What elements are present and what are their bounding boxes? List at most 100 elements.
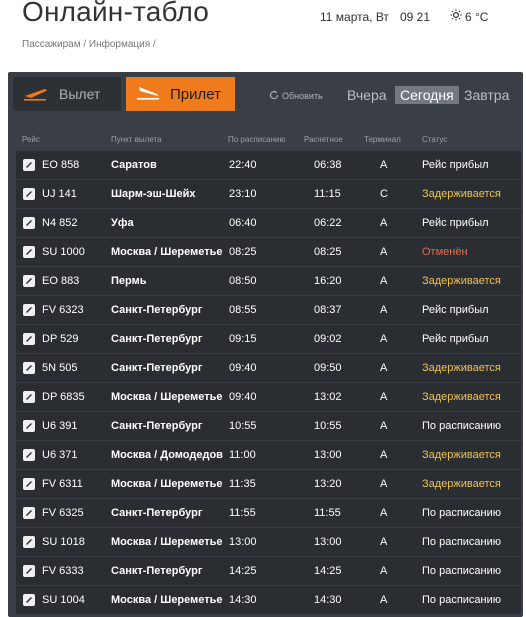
estimated-time: 13:00: [314, 449, 342, 461]
terminal: A: [380, 159, 388, 171]
estimated-time: 09:02: [314, 333, 342, 345]
estimated-time: 13:00: [314, 536, 342, 548]
table-row[interactable]: DP 6835 Москва / Шереметьево 09:40 13:02 A За…: [16, 383, 521, 411]
estimated-time: 06:22: [314, 217, 342, 229]
flight-number: SU 1018: [42, 536, 85, 548]
flight-number: EO 883: [42, 275, 80, 287]
flight-number: UJ 141: [42, 188, 77, 200]
airline-logo-icon: [23, 246, 35, 258]
tab-arrival-label: Прилет: [170, 85, 221, 103]
terminal: A: [380, 594, 388, 606]
flight-status: Задерживается: [422, 362, 501, 374]
table-row[interactable]: SU 1004 Москва / Шереметьево 14:30 14:30 A По…: [16, 586, 521, 614]
estimated-time: 14:30: [314, 594, 342, 606]
flight-number: FV 6325: [42, 507, 84, 519]
airline-logo-icon: [23, 159, 35, 171]
table-row[interactable]: U6 371 Москва / Домодедово 11:00 13:00 A Заде…: [16, 441, 521, 469]
tab-yesterday[interactable]: Вчера: [342, 86, 392, 104]
table-row[interactable]: DP 529 Санкт-Петербург 09:15 09:02 A Рейс при…: [16, 325, 521, 353]
table-row[interactable]: N4 852 Уфа 06:40 06:22 A Рейс прибыл: [16, 209, 521, 237]
refresh-label: Обновить: [282, 91, 323, 101]
terminal: A: [380, 333, 388, 345]
weather: 6 °C: [450, 9, 488, 24]
estimated-time: 08:37: [314, 304, 342, 316]
table-row[interactable]: FV 6325 Санкт-Петербург 11:55 11:55 A По расп…: [16, 499, 521, 527]
terminal: A: [380, 478, 388, 490]
table-row[interactable]: FV 6333 Санкт-Петербург 14:25 14:25 A По расп…: [16, 557, 521, 585]
column-header-status: Статус: [422, 135, 448, 144]
flight-status: Задерживается: [422, 478, 501, 490]
airline-logo-icon: [23, 449, 35, 461]
flight-list: EO 858 Саратов 22:40 06:38 A Рейс прибыл UJ 14…: [16, 151, 521, 615]
flight-status: Рейс прибыл: [422, 333, 489, 345]
table-row[interactable]: FV 6311 Москва / Шереметьево 11:35 13:20 A За…: [16, 470, 521, 498]
flight-status: Рейс прибыл: [422, 217, 489, 229]
flight-number: N4 852: [42, 217, 78, 229]
estimated-time: 11:55: [314, 507, 341, 519]
table-row[interactable]: EO 883 Пермь 08:50 16:20 A Задерживается: [16, 267, 521, 295]
origin-city: Санкт-Петербург: [111, 362, 203, 374]
table-row[interactable]: EO 858 Саратов 22:40 06:38 A Рейс прибыл: [16, 151, 521, 179]
breadcrumb[interactable]: Пассажирам / Информация /: [22, 39, 156, 50]
airline-logo-icon: [23, 594, 35, 606]
origin-city: Шарм-эш-Шейх: [111, 188, 196, 200]
board-toolbar: Вылет Прилет Обновить Вчера Сегодня Завт…: [8, 72, 523, 116]
flight-number: EO 858: [42, 159, 80, 171]
origin-city: Уфа: [111, 217, 134, 229]
terminal: C: [380, 188, 388, 200]
current-date: 11 марта, Вт: [320, 10, 389, 24]
airline-logo-icon: [23, 217, 35, 229]
column-header-scheduled: По расписанию: [228, 135, 286, 144]
refresh-button[interactable]: Обновить: [269, 90, 323, 102]
page-title: Онлайн-табло: [22, 0, 210, 27]
airline-logo-icon: [23, 536, 35, 548]
scheduled-time: 11:55: [229, 507, 256, 519]
plane-departure-icon: [13, 85, 59, 104]
scheduled-time: 13:00: [229, 536, 257, 548]
tab-tomorrow[interactable]: Завтра: [459, 86, 514, 104]
estimated-time: 06:38: [314, 159, 342, 171]
scheduled-time: 11:00: [229, 449, 256, 461]
estimated-time: 14:25: [314, 565, 342, 577]
airline-logo-icon: [23, 275, 35, 287]
scheduled-time: 08:55: [229, 304, 257, 316]
origin-city: Москва / Шереметьево: [111, 391, 223, 403]
estimated-time: 10:55: [314, 420, 342, 432]
airline-logo-icon: [23, 420, 35, 432]
tab-departure[interactable]: Вылет: [13, 77, 121, 111]
flight-number: U6 371: [42, 449, 78, 461]
tab-today[interactable]: Сегодня: [395, 86, 459, 104]
origin-city: Санкт-Петербург: [111, 565, 203, 577]
flight-number: 5N 505: [42, 362, 78, 374]
flight-status: По расписанию: [422, 594, 502, 606]
table-row[interactable]: SU 1018 Москва / Шереметьево 13:00 13:00 A По…: [16, 528, 521, 556]
tab-arrival[interactable]: Прилет: [126, 77, 235, 111]
table-row[interactable]: FV 6323 Санкт-Петербург 08:55 08:37 A Рейс пр…: [16, 296, 521, 324]
flight-board: Вылет Прилет Обновить Вчера Сегодня Завт…: [8, 72, 523, 617]
terminal: A: [380, 246, 388, 258]
table-row[interactable]: UJ 141 Шарм-эш-Шейх 23:10 11:15 C Задерживает…: [16, 180, 521, 208]
scheduled-time: 06:40: [229, 217, 257, 229]
flight-number: DP 6835: [42, 391, 85, 403]
page-header: Онлайн-табло 11 марта, Вт 09 21 6 °C Пас…: [0, 0, 526, 70]
scheduled-time: 11:35: [229, 478, 256, 490]
airline-logo-icon: [23, 188, 35, 200]
scheduled-time: 09:15: [229, 333, 257, 345]
table-row[interactable]: SU 1000 Москва / Шереметьево 08:25 08:25 A От…: [16, 238, 521, 266]
scheduled-time: 10:55: [229, 420, 257, 432]
flight-number: U6 391: [42, 420, 78, 432]
table-row[interactable]: U6 391 Санкт-Петербург 10:55 10:55 A По распи…: [16, 412, 521, 440]
flight-status: Отменён: [422, 246, 468, 258]
sun-icon: [450, 9, 462, 24]
airline-logo-icon: [23, 362, 35, 374]
origin-city: Санкт-Петербург: [111, 507, 203, 519]
table-row[interactable]: 5N 505 Санкт-Петербург 09:40 09:50 A Задержив…: [16, 354, 521, 382]
terminal: A: [380, 217, 388, 229]
terminal: A: [380, 391, 388, 403]
flight-status: Задерживается: [422, 275, 501, 287]
flight-number: SU 1004: [42, 594, 85, 606]
origin-city: Пермь: [111, 275, 147, 287]
terminal: A: [380, 536, 388, 548]
airline-logo-icon: [23, 565, 35, 577]
column-header-terminal: Терминал: [364, 135, 401, 144]
